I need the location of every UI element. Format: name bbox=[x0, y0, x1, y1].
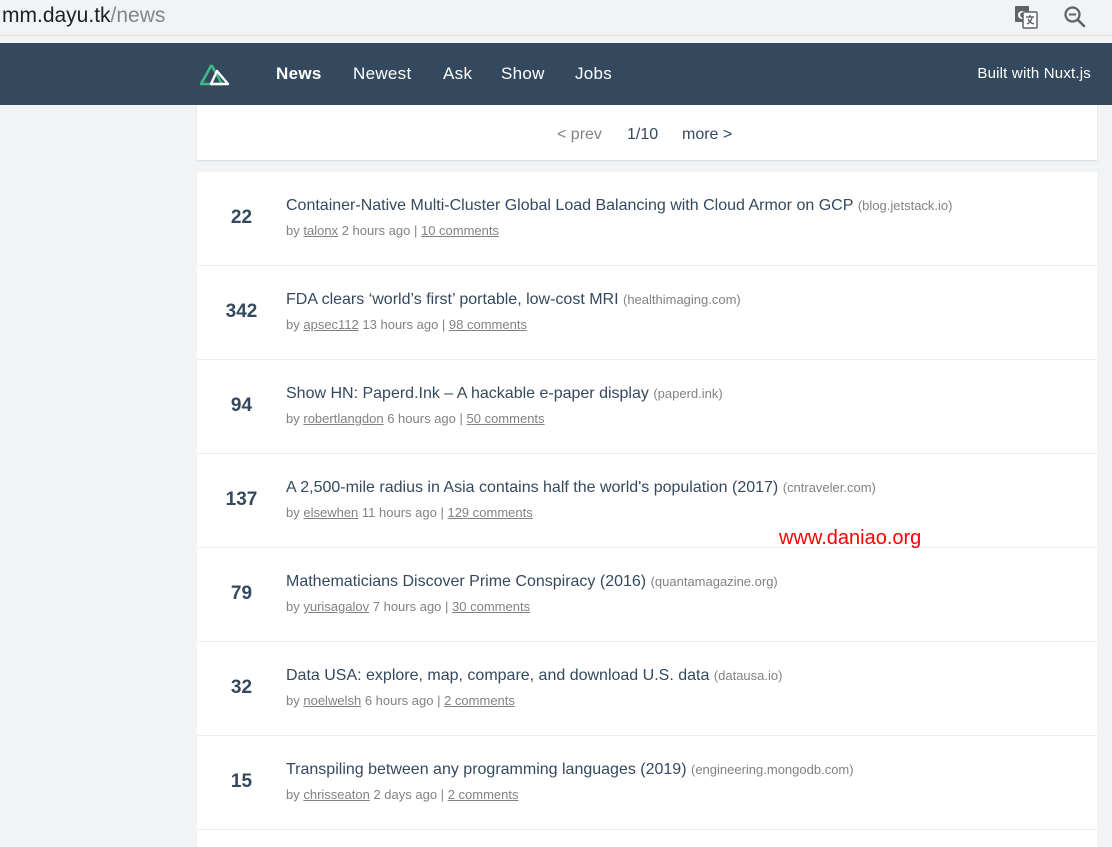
news-item: 94 Show HN: Paperd.Ink – A hackable e-pa… bbox=[197, 360, 1097, 454]
item-score: 94 bbox=[230, 395, 253, 416]
item-meta: by yurisagalov 7 hours ago | 30 comments bbox=[286, 599, 530, 615]
item-by: by bbox=[286, 505, 300, 520]
item-title: Show HN: Paperd.Ink – A hackable e-paper… bbox=[286, 384, 723, 404]
item-score: 79 bbox=[230, 583, 253, 604]
site-header: News Newest Ask Show Jobs Built with Nux… bbox=[0, 43, 1112, 105]
more-link[interactable]: more > bbox=[682, 125, 732, 145]
item-comments-link[interactable]: 10 comments bbox=[421, 223, 499, 238]
item-meta: by elsewhen 11 hours ago | 129 comments bbox=[286, 505, 533, 521]
item-comments-link[interactable]: 30 comments bbox=[452, 599, 530, 614]
item-title-link[interactable]: FDA clears ‘world’s first’ portable, low… bbox=[286, 291, 619, 308]
item-by: by bbox=[286, 693, 300, 708]
item-score: 15 bbox=[230, 771, 253, 792]
news-item: 22 Container-Native Multi-Cluster Global… bbox=[197, 172, 1097, 266]
item-meta: by noelwelsh 6 hours ago | 2 comments bbox=[286, 693, 515, 709]
item-by: by bbox=[286, 787, 300, 802]
translate-icon[interactable]: G bbox=[1013, 4, 1039, 30]
news-item: 32 Data USA: explore, map, compare, and … bbox=[197, 642, 1097, 736]
nav-news[interactable]: News bbox=[276, 64, 322, 84]
item-meta: by apsec112 13 hours ago | 98 comments bbox=[286, 317, 527, 333]
item-host: (quantamagazine.org) bbox=[650, 574, 778, 589]
address-url[interactable]: mm.dayu.tk/news bbox=[2, 4, 165, 28]
item-title: Mathematicians Discover Prime Conspiracy… bbox=[286, 572, 778, 592]
item-comments-link[interactable]: 129 comments bbox=[447, 505, 532, 520]
item-by: by bbox=[286, 317, 300, 332]
item-title: Data USA: explore, map, compare, and dow… bbox=[286, 666, 782, 686]
item-time: 13 hours ago | bbox=[362, 317, 446, 332]
pagination: < prev 1/10 more > bbox=[197, 105, 1097, 160]
item-title: Transpiling between any programming lang… bbox=[286, 760, 854, 780]
item-by: by bbox=[286, 599, 300, 614]
url-host: mm.dayu.tk bbox=[2, 4, 111, 27]
nav-newest[interactable]: Newest bbox=[353, 64, 412, 84]
news-item: 137 A 2,500-mile radius in Asia contains… bbox=[197, 454, 1097, 548]
item-title-link[interactable]: Transpiling between any programming lang… bbox=[286, 761, 687, 778]
news-item: 342 FDA clears ‘world’s first’ portable,… bbox=[197, 266, 1097, 360]
item-time: 7 hours ago | bbox=[372, 599, 449, 614]
watermark-text: www.daniao.org bbox=[779, 527, 922, 549]
item-by: by bbox=[286, 411, 300, 426]
item-time: 6 hours ago | bbox=[364, 693, 441, 708]
item-comments-link[interactable]: 98 comments bbox=[449, 317, 527, 332]
item-title-link[interactable]: Mathematicians Discover Prime Conspiracy… bbox=[286, 573, 646, 590]
item-user-link[interactable]: robertlangdon bbox=[303, 411, 383, 426]
item-user-link[interactable]: yurisagalov bbox=[303, 599, 369, 614]
url-path: /news bbox=[110, 4, 166, 27]
prev-link[interactable]: < prev bbox=[557, 125, 602, 145]
item-title-link[interactable]: Show HN: Paperd.Ink – A hackable e-paper… bbox=[286, 385, 649, 402]
built-with-link[interactable]: Built with Nuxt.js bbox=[977, 65, 1091, 83]
item-meta: by talonx 2 hours ago | 10 comments bbox=[286, 223, 499, 239]
item-user-link[interactable]: chrisseaton bbox=[303, 787, 369, 802]
item-time: 2 hours ago | bbox=[341, 223, 418, 238]
item-score: 32 bbox=[230, 677, 253, 698]
item-comments-link[interactable]: 50 comments bbox=[467, 411, 545, 426]
item-time: 6 hours ago | bbox=[387, 411, 463, 426]
item-title: Container-Native Multi-Cluster Global Lo… bbox=[286, 196, 952, 216]
item-host: (engineering.mongodb.com) bbox=[690, 762, 854, 777]
nav-show[interactable]: Show bbox=[501, 64, 545, 84]
item-comments-link[interactable]: 2 comments bbox=[444, 693, 515, 708]
item-host: (healthimaging.com) bbox=[622, 292, 741, 307]
news-item: 79 Mathematicians Discover Prime Conspir… bbox=[197, 548, 1097, 642]
nav-jobs[interactable]: Jobs bbox=[575, 64, 612, 84]
item-host: (paperd.ink) bbox=[653, 386, 723, 401]
browser-address-bar[interactable]: mm.dayu.tk/news G bbox=[0, 0, 1112, 36]
item-host: (cntraveler.com) bbox=[782, 480, 876, 495]
item-user-link[interactable]: talonx bbox=[303, 223, 338, 238]
item-title-link[interactable]: A 2,500-mile radius in Asia contains hal… bbox=[286, 479, 778, 496]
item-user-link[interactable]: elsewhen bbox=[303, 505, 358, 520]
news-item: 15 Transpiling between any programming l… bbox=[197, 736, 1097, 830]
item-comments-link[interactable]: 2 comments bbox=[448, 787, 519, 802]
item-title: FDA clears ‘world’s first’ portable, low… bbox=[286, 290, 741, 310]
item-score: 342 bbox=[225, 301, 258, 322]
nuxt-logo-icon[interactable] bbox=[200, 63, 230, 87]
item-time: 11 hours ago | bbox=[361, 505, 444, 520]
item-title-link[interactable]: Container-Native Multi-Cluster Global Lo… bbox=[286, 197, 853, 214]
item-user-link[interactable]: noelwelsh bbox=[303, 693, 361, 708]
item-host: (datausa.io) bbox=[713, 668, 783, 683]
item-user-link[interactable]: apsec112 bbox=[303, 317, 358, 332]
news-list: 22 Container-Native Multi-Cluster Global… bbox=[197, 172, 1097, 847]
item-time: 2 days ago | bbox=[373, 787, 445, 802]
item-score: 137 bbox=[225, 489, 258, 510]
page-count: 1/10 bbox=[627, 126, 659, 143]
item-by: by bbox=[286, 223, 300, 238]
item-meta: by robertlangdon 6 hours ago | 50 commen… bbox=[286, 411, 545, 427]
item-title: A 2,500-mile radius in Asia contains hal… bbox=[286, 478, 876, 498]
item-host: (blog.jetstack.io) bbox=[857, 198, 953, 213]
item-title-link[interactable]: Data USA: explore, map, compare, and dow… bbox=[286, 667, 709, 684]
nav-ask[interactable]: Ask bbox=[443, 64, 472, 84]
item-meta: by chrisseaton 2 days ago | 2 comments bbox=[286, 787, 519, 803]
item-score: 22 bbox=[230, 207, 253, 228]
zoom-icon[interactable] bbox=[1062, 4, 1088, 30]
